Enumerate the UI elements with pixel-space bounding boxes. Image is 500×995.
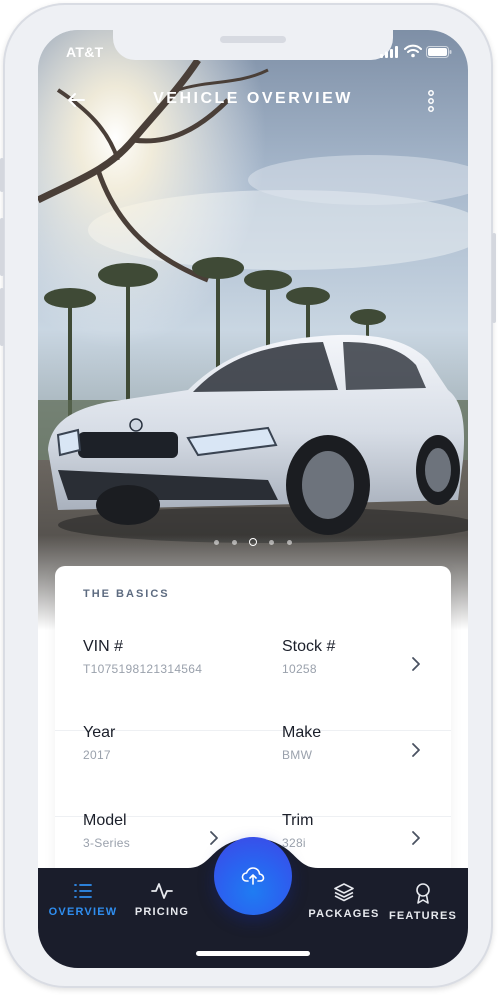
trim-label: Trim: [282, 812, 314, 829]
stock-value: 10258: [282, 662, 317, 676]
pager-dot[interactable]: [287, 540, 292, 545]
year-field: Year 2017: [83, 724, 115, 762]
tab-overview[interactable]: OVERVIEW: [38, 882, 128, 932]
page-title: VEHICLE OVERVIEW: [153, 90, 353, 107]
vin-value: T1075198121314564: [83, 662, 203, 676]
app-screen: AT&T VEHICLE OVERVIEW THE BASICS VIN # T…: [38, 30, 468, 968]
battery-icon: [426, 46, 452, 58]
cloud-upload-icon: [241, 867, 265, 885]
activity-icon: [151, 883, 173, 899]
basics-row-year-make[interactable]: Year 2017 Make BMW: [55, 704, 451, 790]
home-indicator[interactable]: [196, 951, 310, 956]
tab-overview-label: OVERVIEW: [48, 906, 118, 918]
make-label: Make: [282, 724, 322, 741]
pager-dot[interactable]: [269, 540, 274, 545]
basics-row-vin-stock[interactable]: VIN # T1075198121314564 Stock # 10258: [55, 618, 451, 704]
tab-features[interactable]: FEATURES: [378, 882, 468, 932]
stock-field: Stock # 10258: [282, 638, 335, 676]
signal-icon: [380, 46, 398, 58]
year-label: Year: [83, 724, 116, 741]
chevron-right-icon[interactable]: [409, 742, 423, 758]
phone-side-button: [0, 158, 4, 192]
tab-packages[interactable]: PACKAGES: [299, 882, 389, 932]
section-title: THE BASICS: [83, 588, 170, 600]
phone-side-button: [0, 218, 4, 276]
phone-frame: AT&T VEHICLE OVERVIEW THE BASICS VIN # T…: [0, 3, 496, 988]
make-field: Make BMW: [282, 724, 321, 762]
tab-packages-label: PACKAGES: [308, 908, 380, 920]
award-icon: [416, 883, 430, 904]
make-value: BMW: [282, 748, 313, 762]
year-value: 2017: [83, 748, 111, 762]
more-vertical-icon[interactable]: [424, 88, 438, 114]
tab-features-label: FEATURES: [388, 910, 458, 922]
vin-field: VIN # T1075198121314564: [83, 638, 202, 676]
model-label: Model: [83, 812, 127, 829]
phone-side-button: [492, 233, 496, 323]
pager-dot-active[interactable]: [249, 538, 257, 546]
layers-icon: [334, 883, 354, 902]
tab-pricing[interactable]: PRICING: [117, 882, 207, 932]
status-bar: AT&T: [38, 42, 468, 62]
chevron-right-icon[interactable]: [409, 656, 423, 672]
list-icon: [74, 884, 92, 898]
stock-label: Stock #: [282, 638, 336, 655]
phone-side-button: [0, 288, 4, 346]
carrier-label: AT&T: [66, 44, 104, 60]
pager-dot[interactable]: [232, 540, 237, 545]
pager-dot[interactable]: [214, 540, 219, 545]
vin-label: VIN #: [83, 638, 124, 655]
tab-pricing-label: PRICING: [134, 906, 190, 918]
upload-action-button[interactable]: [214, 837, 292, 915]
nav-bar: VEHICLE OVERVIEW: [38, 88, 468, 114]
wifi-icon: [404, 44, 422, 58]
gallery-pager[interactable]: [214, 537, 294, 547]
